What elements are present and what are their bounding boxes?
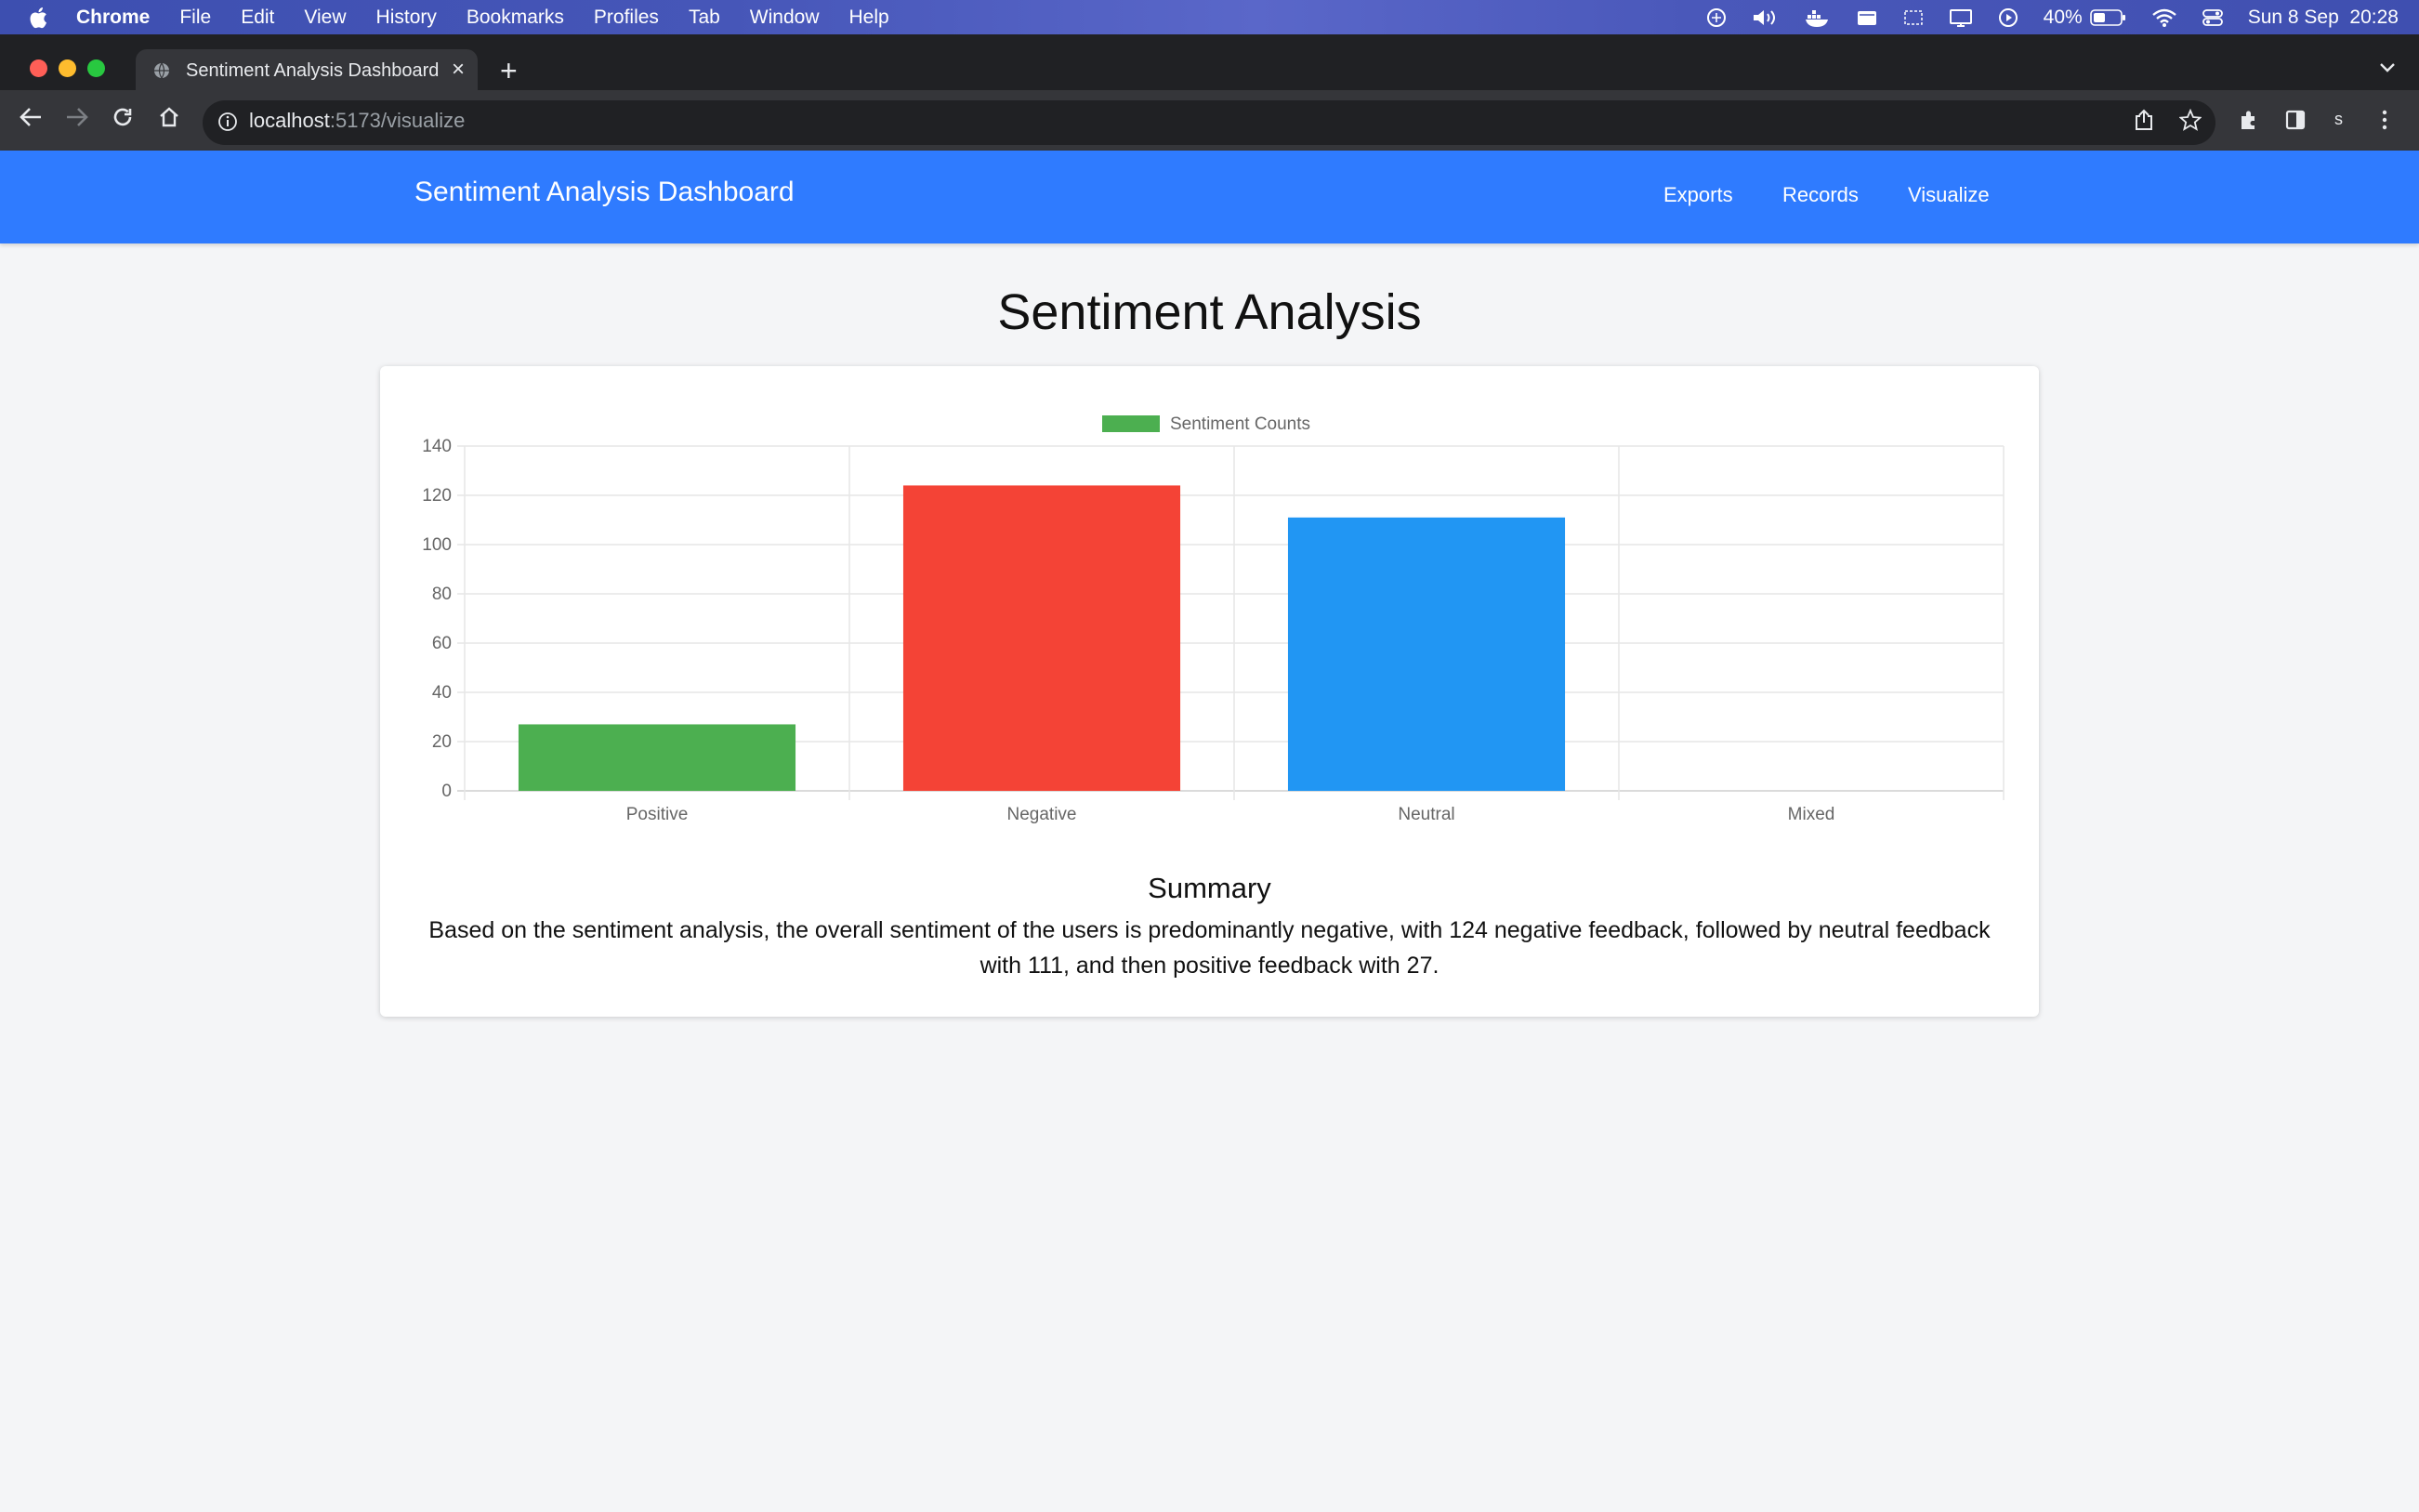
control-center-icon[interactable]: [2202, 7, 2224, 28]
menu-history[interactable]: History: [376, 7, 437, 29]
y-tick-label: 0: [441, 782, 452, 801]
macos-menu-bar: Chrome File Edit View History Bookmarks …: [0, 0, 2419, 34]
menu-edit[interactable]: Edit: [241, 7, 274, 29]
bar-positive: [518, 724, 796, 791]
navbar-brand[interactable]: Sentiment Analysis Dashboard: [414, 177, 795, 208]
battery-icon[interactable]: [2089, 8, 2127, 27]
profile-avatar[interactable]: s: [2334, 110, 2343, 129]
app-navbar: [0, 151, 2419, 243]
nav-link-exports[interactable]: Exports: [1663, 183, 1733, 207]
y-tick-label: 20: [432, 732, 452, 752]
window-close-button[interactable]: [30, 59, 47, 77]
tab-search-chevron-icon[interactable]: [2378, 61, 2397, 79]
forward-arrow-icon[interactable]: [65, 106, 89, 128]
home-icon[interactable]: [158, 106, 180, 128]
window-zoom-button[interactable]: [87, 59, 105, 77]
bar-negative: [902, 485, 1181, 791]
menu-file[interactable]: File: [179, 7, 211, 29]
display-icon[interactable]: [1949, 7, 1973, 28]
summary-text: Based on the sentiment analysis, the ove…: [428, 917, 1991, 979]
menu-profiles[interactable]: Profiles: [594, 7, 659, 29]
menu-bookmarks[interactable]: Bookmarks: [467, 7, 564, 29]
chart-card: 0 20 40 60 80 100 120 140 Positive Negative Neutra…: [380, 366, 2039, 1017]
url-host: localhost: [249, 109, 330, 132]
clapperboard-icon[interactable]: [1856, 7, 1878, 28]
menu-app-name[interactable]: Chrome: [76, 7, 150, 29]
globe-icon: [152, 61, 171, 80]
chatgpt-icon[interactable]: [1705, 7, 1728, 29]
legend-label: Sentiment Counts: [1170, 414, 1310, 434]
y-tick-label: 100: [422, 535, 452, 555]
bar-neutral: [1287, 517, 1566, 791]
wifi-icon[interactable]: [2151, 7, 2177, 28]
site-info-icon[interactable]: [217, 112, 238, 137]
menu-datetime[interactable]: Sun 8 Sep 20:28: [2248, 7, 2399, 29]
x-tick-label: Negative: [1007, 805, 1077, 824]
url-path: :5173/visualize: [329, 109, 466, 132]
summary-title: Summary: [1148, 872, 1271, 904]
volume-icon[interactable]: [1752, 7, 1780, 28]
new-tab-button[interactable]: +: [500, 56, 518, 85]
url-text[interactable]: localhost:5173/visualize: [249, 109, 465, 133]
reload-icon[interactable]: [112, 106, 134, 128]
tab-close-icon[interactable]: ×: [452, 59, 465, 81]
screen-mirror-icon[interactable]: [1902, 7, 1925, 28]
window-minimize-button[interactable]: [59, 59, 76, 77]
side-panel-icon[interactable]: [2284, 109, 2307, 131]
menu-help[interactable]: Help: [849, 7, 889, 29]
tab-title: Sentiment Analysis Dashboard: [186, 59, 440, 81]
nav-link-visualize[interactable]: Visualize: [1908, 183, 1990, 207]
docker-icon[interactable]: [1804, 7, 1832, 28]
menu-extras: 40% Sun 8 Sep 20:28: [1681, 0, 2399, 34]
y-tick-label: 120: [422, 486, 452, 506]
apple-icon[interactable]: [28, 7, 48, 29]
play-circle-icon[interactable]: [1997, 7, 2019, 29]
sentiment-bar-chart: 0 20 40 60 80 100 120 140 Positive Negative Neutra…: [422, 414, 2005, 824]
battery-percent: 40%: [2043, 6, 2083, 28]
x-tick-label: Mixed: [1788, 805, 1835, 824]
y-tick-label: 80: [432, 585, 452, 604]
y-tick-label: 140: [422, 437, 452, 456]
legend-swatch: [1102, 415, 1160, 432]
back-arrow-icon[interactable]: [19, 106, 43, 128]
nav-link-records[interactable]: Records: [1782, 183, 1859, 207]
kebab-menu-icon[interactable]: [2379, 109, 2390, 131]
menu-window[interactable]: Window: [750, 7, 820, 29]
bookmark-star-icon[interactable]: [2179, 109, 2202, 131]
x-tick-label: Neutral: [1398, 805, 1454, 824]
page-title: Sentiment Analysis: [997, 284, 1422, 340]
extensions-puzzle-icon[interactable]: [2238, 109, 2260, 131]
menu-view[interactable]: View: [304, 7, 346, 29]
y-tick-label: 60: [432, 634, 452, 653]
menu-tab[interactable]: Tab: [689, 7, 720, 29]
y-tick-label: 40: [432, 683, 452, 703]
x-tick-label: Positive: [626, 805, 689, 824]
share-icon[interactable]: [2134, 109, 2154, 131]
browser-tab-active[interactable]: Sentiment Analysis Dashboard ×: [136, 49, 478, 92]
address-bar[interactable]: [203, 100, 2215, 145]
